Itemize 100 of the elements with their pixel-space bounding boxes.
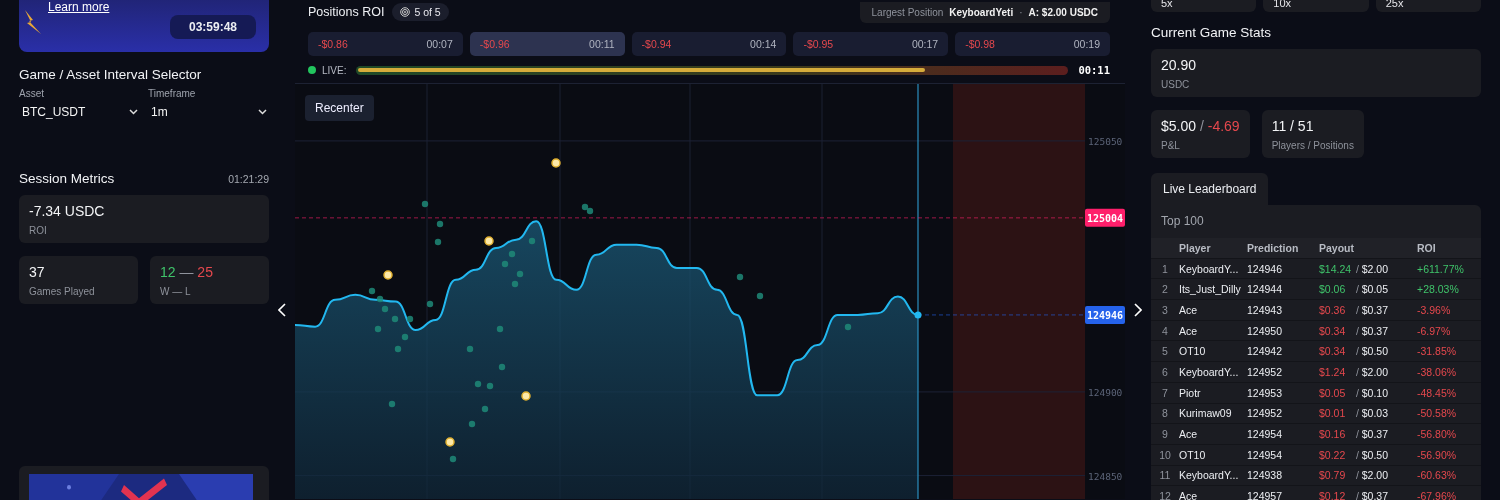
field-label: Timeframe [148, 88, 197, 99]
dropdown[interactable]: BTC_USDT [19, 105, 140, 119]
prediction-cell-text: 124954 [1247, 448, 1284, 461]
player-cell-text: Ace [1179, 428, 1199, 441]
multiplier-button[interactable]: 25x [1375, 0, 1481, 12]
player-name: KeyboardYeti [949, 6, 1014, 18]
payout-cell-text: $0.79 / $2.00 [1319, 469, 1390, 482]
chevron-left-icon[interactable] [278, 303, 286, 317]
position-roi: -$0.94 [641, 38, 672, 50]
countdown-timer: 03:59:48 [169, 15, 256, 39]
chevron-right-icon[interactable] [1134, 303, 1142, 317]
position-roi: -$0.95 [803, 38, 834, 50]
session-timer: 01:21:29 [228, 172, 269, 185]
prediction-cell-text: 124938 [1247, 469, 1284, 482]
position-time: 00:17 [911, 38, 939, 50]
position-card[interactable]: -$0.96 00:11 [469, 32, 625, 56]
rank-cell-text: 10 [1158, 448, 1172, 461]
live-status-dot [308, 66, 316, 74]
prediction-cell-text: 124953 [1247, 386, 1284, 399]
position-amount: A: $2.00 USDC [1028, 6, 1098, 18]
axis-label: 124850 [1088, 470, 1123, 482]
multiplier-button[interactable]: 10x [1263, 0, 1369, 12]
rank-cell-text: 6 [1161, 365, 1169, 378]
payout-cell-text: $0.34 / $0.37 [1319, 324, 1390, 337]
position-time: 00:11 [589, 38, 615, 50]
prediction-cell-text: 124944 [1247, 283, 1284, 296]
section-title: Game / Asset Interval Selector [19, 67, 203, 82]
price-label: 124946 [1085, 305, 1125, 324]
learn-more-link[interactable]: Learn more [48, 0, 110, 14]
rank-cell-text: 2 [1161, 283, 1169, 296]
rank-cell-text: 7 [1161, 386, 1169, 399]
roi-cell-text: -67.96% [1417, 490, 1458, 500]
position-time: 00:14 [750, 38, 777, 50]
payout-cell-text: $0.16 / $0.37 [1319, 428, 1390, 441]
roi-cell-text: -50.58% [1417, 407, 1458, 420]
roi-cell-text: -60.63% [1417, 469, 1458, 482]
ref-line-label: 125004 [1086, 212, 1124, 224]
prediction-cell-text: 124942 [1247, 345, 1284, 358]
prediction-cell-text: 124950 [1247, 324, 1284, 337]
player-cell-text: Kurimaw09 [1179, 407, 1233, 420]
rank-cell-text: 8 [1161, 407, 1169, 420]
roi-cell-text: -56.80% [1417, 428, 1458, 441]
rank-cell-text: 9 [1161, 428, 1169, 441]
axis-label: 125050 [1088, 135, 1123, 147]
largest-label: Largest Position [871, 6, 944, 18]
leaderboard-tab[interactable]: Live Leaderboard [1151, 173, 1269, 205]
section-title: Session Metrics [19, 171, 115, 186]
rank-cell-text: 4 [1161, 324, 1169, 337]
metric-value: 20.90 [1161, 57, 1198, 73]
payout-cell-text: $0.01 / $0.03 [1319, 407, 1390, 420]
section-title: Positions ROI [308, 5, 385, 19]
position-roi: -$0.98 [965, 38, 995, 50]
payout-cell-text: $0.06 / $0.05 [1319, 283, 1390, 296]
player-cell-text: KeyboardY... [1179, 365, 1240, 378]
roi-cell-text: -38.06% [1417, 365, 1458, 378]
payout-cell-text: $0.12 / $0.37 [1319, 490, 1390, 500]
payout-cell-text: $0.34 / $0.50 [1319, 345, 1390, 358]
position-card[interactable]: -$0.98 00:19 [955, 32, 1110, 56]
win-loss-value: 12 — 25 [160, 264, 214, 280]
metric-value: -7.34 USDC [29, 203, 106, 219]
position-time: 00:07 [426, 38, 453, 50]
ref-line-label: 124946 [1086, 309, 1124, 321]
roi-cell-text: +28.03% [1417, 283, 1460, 296]
price-label: 125004 [1085, 208, 1125, 227]
roi-cell-text: -3.96% [1417, 303, 1452, 316]
roi-cell-text: -56.90% [1417, 448, 1458, 461]
roi-cell-text: -48.45% [1417, 386, 1458, 399]
round-timer: 00:11 [1078, 64, 1110, 76]
metric-label: W — L [160, 286, 192, 297]
player-cell-text: OT10 [1179, 448, 1207, 461]
rank-cell-text: 1 [1161, 262, 1169, 275]
prediction-cell-text: 124943 [1247, 303, 1284, 316]
metric-label: Players / Positions [1271, 140, 1354, 151]
section-title: Current Game Stats [1151, 25, 1273, 40]
metric-label: USDC [1161, 79, 1191, 90]
position-card[interactable]: -$0.94 00:14 [631, 32, 787, 56]
column-header: Prediction [1247, 241, 1300, 254]
pnl-value: $5.00 / -4.69 [1161, 118, 1240, 134]
multiplier-button[interactable]: 5x [1151, 0, 1257, 12]
position-card[interactable]: -$0.95 00:17 [793, 32, 949, 56]
metric-label: Games Played [29, 286, 96, 297]
column-header: Payout [1319, 241, 1355, 254]
column-header: ROI [1417, 241, 1437, 254]
dropdown[interactable]: 1m [148, 105, 269, 119]
rank-cell-text: 11 [1158, 469, 1172, 482]
payout-cell-text: $0.22 / $0.50 [1319, 448, 1390, 461]
recenter-button[interactable]: Recenter [305, 95, 374, 121]
prediction-cell-text: 124952 [1247, 365, 1284, 378]
leaderboard-subtitle: Top 100 [1160, 213, 1205, 230]
payout-cell-text: $0.05 / $0.10 [1319, 386, 1390, 399]
player-cell-text: Ace [1179, 490, 1199, 500]
rank-cell-text: 3 [1161, 303, 1169, 316]
prediction-cell-text: 124952 [1247, 407, 1284, 420]
position-roi: -$0.96 [479, 38, 510, 50]
prediction-cell-text: 124957 [1247, 490, 1284, 500]
payout-cell-text: $1.24 / $2.00 [1319, 365, 1390, 378]
position-card[interactable]: -$0.86 00:07 [308, 32, 463, 56]
separator-dot: · [1019, 6, 1023, 18]
player-cell-text: KeyboardY... [1179, 262, 1240, 275]
payout-cell-text: $0.36 / $0.37 [1319, 303, 1390, 316]
